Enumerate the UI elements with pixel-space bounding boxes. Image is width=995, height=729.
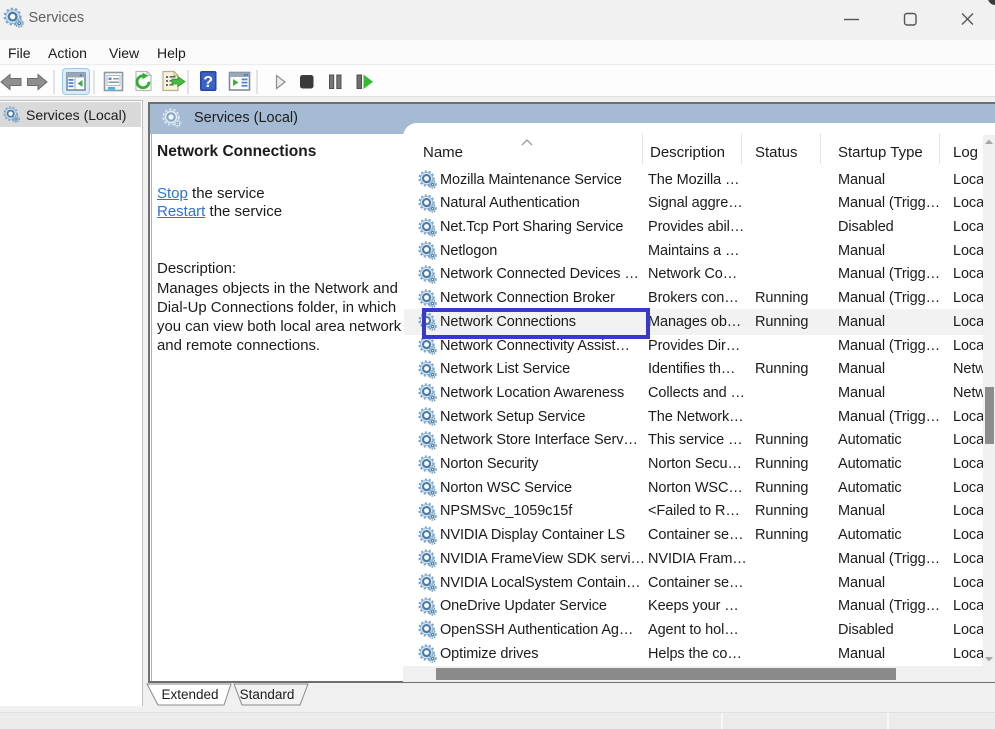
svg-text:Standard: Standard	[240, 687, 295, 702]
svg-text:Extended: Extended	[161, 687, 218, 702]
svg-text:?: ?	[203, 74, 213, 91]
